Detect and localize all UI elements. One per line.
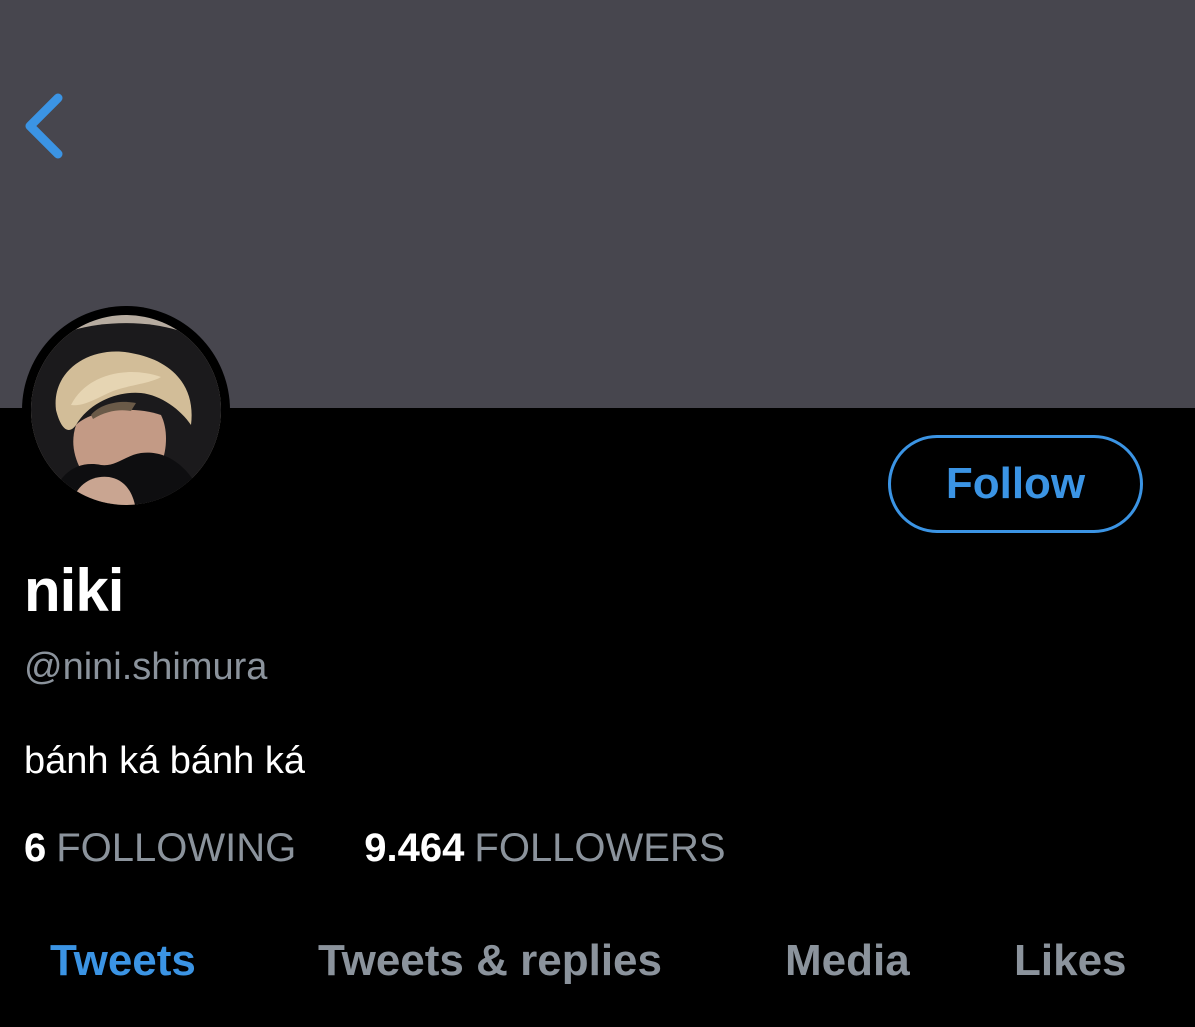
followers-label: FOLLOWERS <box>474 826 726 870</box>
tab-tweets-and-replies[interactable]: Tweets & replies <box>318 936 662 986</box>
avatar[interactable] <box>22 306 230 514</box>
followers-count: 9.464 <box>364 826 465 870</box>
follow-button[interactable]: Follow <box>888 435 1143 533</box>
back-button[interactable] <box>18 88 78 164</box>
profile-tabs: Tweets Tweets & replies Media Likes <box>0 936 1195 1006</box>
following-stat[interactable]: 6 FOLLOWING <box>24 826 296 871</box>
display-name: niki <box>24 557 124 624</box>
tab-tweets[interactable]: Tweets <box>50 936 196 986</box>
followers-stat[interactable]: 9.464 FOLLOWERS <box>364 826 725 871</box>
tab-media[interactable]: Media <box>785 936 910 986</box>
tab-likes[interactable]: Likes <box>1014 936 1127 986</box>
avatar-photo <box>31 315 221 505</box>
following-label: FOLLOWING <box>56 826 297 870</box>
profile-bio: bánh ká bánh ká <box>24 740 306 782</box>
profile-stats: 6 FOLLOWING 9.464 FOLLOWERS <box>24 826 726 871</box>
profile-page: Follow niki @nini.shimura bánh ká bánh k… <box>0 0 1195 1027</box>
chevron-left-icon <box>25 93 63 159</box>
username-handle: @nini.shimura <box>24 646 268 688</box>
following-count: 6 <box>24 826 47 870</box>
